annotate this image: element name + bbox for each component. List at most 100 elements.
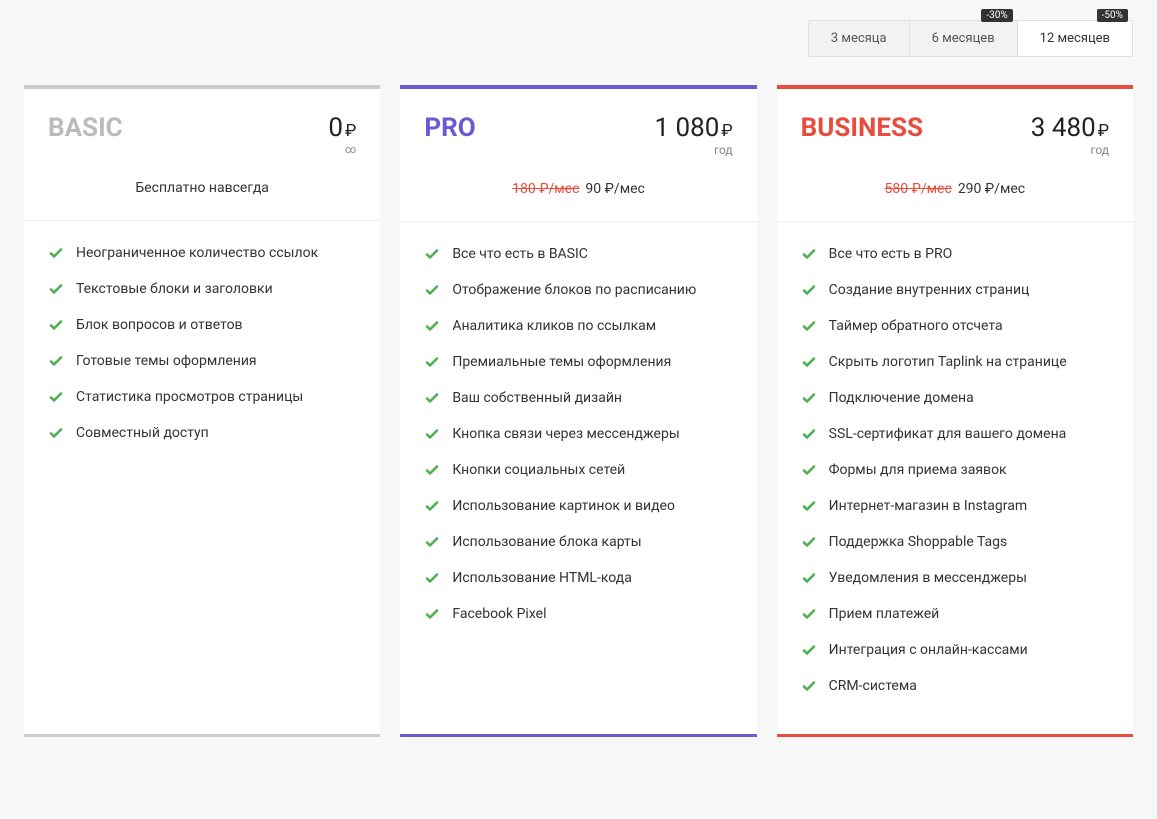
feature-text: Аналитика кликов по ссылкам — [452, 318, 656, 334]
check-icon — [424, 534, 440, 550]
check-icon — [801, 570, 817, 586]
plan-price: 0₽ — [328, 113, 356, 143]
check-icon — [424, 246, 440, 262]
feature-text: Статистика просмотров страницы — [76, 389, 303, 405]
plan-period: ∞ — [328, 143, 356, 156]
feature-text: Интеграция с онлайн-кассами — [829, 642, 1028, 658]
feature-text: Неограниченное количество ссылок — [76, 245, 318, 261]
discount-badge: -30% — [981, 9, 1012, 22]
plan-old-price: 180 ₽/мес — [512, 181, 579, 197]
feature-item: Готовые темы оформления — [48, 343, 356, 379]
feature-item: Все что есть в PRO — [801, 236, 1109, 272]
check-icon — [801, 354, 817, 370]
plan-price-block: 1 080₽год — [654, 113, 732, 157]
feature-item: Формы для приема заявок — [801, 452, 1109, 488]
feature-text: Использование HTML-кода — [452, 570, 631, 586]
plan-price-block: 3 480₽год — [1031, 113, 1109, 157]
discount-badge: -50% — [1097, 9, 1128, 22]
feature-item: Блок вопросов и ответов — [48, 307, 356, 343]
period-tab-label: 12 месяцев — [1040, 31, 1110, 46]
check-icon — [424, 426, 440, 442]
feature-item: Совместный доступ — [48, 415, 356, 451]
plan-subhead-text: Бесплатно навсегда — [135, 180, 269, 196]
feature-item: Прием платежей — [801, 596, 1109, 632]
check-icon — [801, 426, 817, 442]
feature-item: Все что есть в BASIC — [424, 236, 732, 272]
plan-card-basic: BASIC 0₽∞ Бесплатно навсегда Неограниченное… — [24, 85, 380, 737]
plan-subhead-text: 290 ₽/мес — [958, 181, 1025, 197]
plan-price-block: 0₽∞ — [328, 113, 356, 156]
period-tab-0[interactable]: 3 месяца — [809, 21, 910, 56]
feature-text: Создание внутренних страниц — [829, 282, 1030, 298]
plan-name: BASIC — [48, 113, 123, 143]
check-icon — [424, 318, 440, 334]
plan-features: Неограниченное количество ссылок Текстовы… — [24, 220, 380, 481]
plan-subhead: 180 ₽/мес90 ₽/мес — [400, 169, 756, 221]
check-icon — [48, 317, 64, 333]
plan-header: BASIC 0₽∞ — [24, 89, 380, 168]
period-tab-label: 3 месяца — [831, 31, 887, 46]
check-icon — [48, 353, 64, 369]
feature-text: Использование картинок и видео — [452, 498, 675, 514]
feature-text: Все что есть в BASIC — [452, 246, 588, 262]
plan-price-currency: ₽ — [721, 121, 732, 141]
feature-text: Таймер обратного отсчета — [829, 318, 1003, 334]
check-icon — [424, 570, 440, 586]
feature-text: Уведомления в мессенджеры — [829, 570, 1027, 586]
plan-features: Все что есть в PRO Создание внутренних ст… — [777, 221, 1133, 734]
feature-text: Блок вопросов и ответов — [76, 317, 243, 333]
plan-price-value: 3 480 — [1031, 113, 1096, 143]
feature-text: Использование блока карты — [452, 534, 641, 550]
feature-item: Кнопки социальных сетей — [424, 452, 732, 488]
check-icon — [48, 281, 64, 297]
feature-text: Готовые темы оформления — [76, 353, 257, 369]
feature-text: Кнопки социальных сетей — [452, 462, 625, 478]
period-tab-2[interactable]: 12 месяцев-50% — [1018, 21, 1132, 56]
feature-item: Интеграция с онлайн-кассами — [801, 632, 1109, 668]
feature-item: Использование картинок и видео — [424, 488, 732, 524]
check-icon — [424, 606, 440, 622]
feature-item: Использование HTML-кода — [424, 560, 732, 596]
period-tab-1[interactable]: 6 месяцев-30% — [910, 21, 1018, 56]
plan-price-currency: ₽ — [1098, 121, 1109, 141]
plan-subhead: 580 ₽/мес290 ₽/мес — [777, 169, 1133, 221]
feature-item: Использование блока карты — [424, 524, 732, 560]
feature-text: Поддержка Shoppable Tags — [829, 534, 1008, 550]
plan-price-value: 0 — [328, 113, 343, 143]
feature-item: Подключение домена — [801, 380, 1109, 416]
check-icon — [48, 425, 64, 441]
feature-text: Все что есть в PRO — [829, 246, 953, 262]
plan-card-pro: PRO1 080₽год180 ₽/мес90 ₽/месВсе что ест… — [400, 85, 756, 737]
feature-text: CRM-система — [829, 678, 917, 694]
plan-name: PRO — [424, 113, 475, 143]
check-icon — [424, 462, 440, 478]
pricing-plans: BASIC0₽∞Бесплатно навсегдаНеограниченное… — [24, 85, 1133, 737]
feature-text: Кнопка связи через мессенджеры — [452, 426, 679, 442]
check-icon — [801, 678, 817, 694]
check-icon — [801, 318, 817, 334]
feature-item: Текстовые блоки и заголовки — [48, 271, 356, 307]
feature-text: Отображение блоков по расписанию — [452, 282, 696, 298]
period-tab-label: 6 месяцев — [932, 31, 995, 46]
check-icon — [801, 498, 817, 514]
feature-item: Создание внутренних страниц — [801, 272, 1109, 308]
feature-item: Таймер обратного отсчета — [801, 308, 1109, 344]
plan-price: 3 480₽ — [1031, 113, 1109, 143]
feature-text: Совместный доступ — [76, 425, 209, 441]
plan-bottombar — [24, 734, 380, 737]
feature-item: Facebook Pixel — [424, 596, 732, 632]
check-icon — [801, 246, 817, 262]
check-icon — [48, 389, 64, 405]
plan-period: год — [1031, 143, 1109, 157]
check-icon — [801, 534, 817, 550]
feature-text: Прием платежей — [829, 606, 940, 622]
feature-text: Текстовые блоки и заголовки — [76, 281, 273, 297]
feature-text: Интернет-магазин в Instagram — [829, 498, 1027, 514]
feature-item: Интернет-магазин в Instagram — [801, 488, 1109, 524]
check-icon — [801, 462, 817, 478]
check-icon — [424, 498, 440, 514]
plan-period: год — [654, 143, 732, 157]
plan-bottombar — [400, 734, 756, 737]
feature-item: Ваш собственный дизайн — [424, 380, 732, 416]
feature-text: Подключение домена — [829, 390, 974, 406]
